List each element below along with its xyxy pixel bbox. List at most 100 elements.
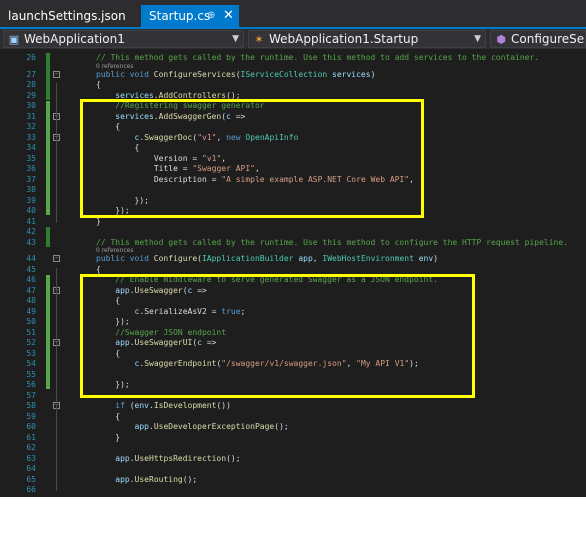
line-number: 53 xyxy=(26,348,36,358)
code-token: services xyxy=(327,69,371,79)
line-number: 41 xyxy=(26,216,36,226)
code-line[interactable]: // This method gets called by the runtim… xyxy=(96,53,539,62)
line-number: 61 xyxy=(26,432,36,442)
close-icon[interactable]: ✕ xyxy=(223,5,234,27)
code-token: public void xyxy=(96,254,154,263)
code-token: ()) xyxy=(216,401,231,410)
line-number: 33 xyxy=(26,132,36,142)
tab-startup[interactable]: Startup.cs ⊕ ✕ xyxy=(141,5,239,27)
line-number: 29 xyxy=(26,90,36,100)
line-number: 49 xyxy=(26,306,36,316)
line-number: 38 xyxy=(26,185,36,194)
class-icon: ✶ xyxy=(254,33,264,46)
code-token: // This method gets called by the runtim… xyxy=(96,53,540,62)
change-tracking-bar xyxy=(46,53,50,100)
code-token: { xyxy=(96,264,101,274)
code-line[interactable]: // This method gets called by the runtim… xyxy=(96,238,568,247)
line-number: 37 xyxy=(26,174,36,184)
code-token: } xyxy=(115,432,121,442)
method-icon: ⬢ xyxy=(496,33,506,46)
code-token: { xyxy=(115,411,121,421)
line-number: 47 xyxy=(26,285,36,295)
line-number: 57 xyxy=(26,390,36,400)
line-number: 65 xyxy=(26,474,36,484)
code-token: if xyxy=(115,401,130,410)
project-name: WebApplication1 xyxy=(24,32,125,46)
code-line[interactable]: public void ConfigureServices(IServiceCo… xyxy=(96,70,375,79)
line-number: 40 xyxy=(26,206,36,215)
chevron-down-icon: ▼ xyxy=(474,34,481,44)
code-token: (); xyxy=(274,422,289,431)
tab-label: launchSettings.json xyxy=(8,9,126,23)
code-token: ConfigureServices xyxy=(153,69,236,79)
chevron-down-icon: ▼ xyxy=(232,34,239,44)
outline-guide xyxy=(56,83,57,223)
code-token: { xyxy=(96,80,101,89)
line-number: 54 xyxy=(26,359,36,368)
code-token: (); xyxy=(182,474,198,484)
line-number: 34 xyxy=(26,143,36,152)
highlight-box-swagger-middleware xyxy=(80,274,475,398)
tab-label: Startup.cs xyxy=(149,9,211,23)
code-line[interactable]: app.UseRouting(); xyxy=(115,475,197,484)
code-token: app xyxy=(134,422,149,431)
code-token: app xyxy=(115,474,130,484)
code-token: ) xyxy=(370,69,376,79)
collapse-icon[interactable]: − xyxy=(53,70,60,78)
tab-launchsettings[interactable]: launchSettings.json xyxy=(0,5,136,27)
code-line[interactable]: { xyxy=(96,80,101,89)
line-number: 48 xyxy=(26,296,36,305)
outline-guide xyxy=(56,267,57,491)
code-token: UseHttpsRedirection xyxy=(134,453,227,463)
member-dropdown[interactable]: ⬢ ConfigureServic xyxy=(490,30,586,48)
line-number: 58 xyxy=(26,401,36,410)
class-name: WebApplication1.Startup xyxy=(269,32,419,46)
code-line[interactable]: } xyxy=(115,433,120,442)
line-number: 60 xyxy=(26,422,36,431)
line-number: 44 xyxy=(26,254,36,263)
line-number: 66 xyxy=(26,485,36,494)
line-number: 43 xyxy=(26,237,36,247)
code-token: IServiceCollection xyxy=(240,69,328,79)
code-token: IsDevelopment xyxy=(153,401,217,410)
code-line[interactable]: public void Configure(IApplicationBuilde… xyxy=(96,254,438,263)
code-line[interactable]: app.UseHttpsRedirection(); xyxy=(115,454,240,463)
line-number: 63 xyxy=(26,453,36,463)
code-token: UseRouting xyxy=(134,474,183,484)
code-token: env xyxy=(413,254,434,263)
project-dropdown[interactable]: ▣ WebApplication1 ▼ xyxy=(3,30,244,48)
class-dropdown[interactable]: ✶ WebApplication1.Startup ▼ xyxy=(248,30,486,48)
code-line[interactable]: { xyxy=(115,412,120,421)
line-number: 51 xyxy=(26,327,36,337)
line-number: 52 xyxy=(26,338,36,347)
line-number: 50 xyxy=(26,317,36,326)
code-token: app xyxy=(115,453,130,463)
code-token: env xyxy=(134,401,149,410)
code-line[interactable]: app.UseDeveloperExceptionPage(); xyxy=(135,422,289,431)
code-token: IWebHostEnvironment xyxy=(322,254,414,263)
line-number: 39 xyxy=(26,195,36,205)
code-token: Configure xyxy=(153,254,198,263)
line-number: 46 xyxy=(26,275,36,284)
highlight-box-swagger-generator xyxy=(80,99,424,218)
line-number: 64 xyxy=(26,464,36,473)
code-token: // This method gets called by the runtim… xyxy=(96,237,569,247)
line-number: 32 xyxy=(26,122,36,131)
line-number: 59 xyxy=(26,411,36,421)
code-line[interactable]: { xyxy=(96,265,101,274)
code-token: IApplicationBuilder xyxy=(201,254,294,263)
code-token: , xyxy=(312,254,323,263)
line-number: 31 xyxy=(26,111,36,121)
codelens-references[interactable]: 0 references xyxy=(96,63,134,70)
codelens-references[interactable]: 0 references xyxy=(96,247,134,254)
pin-icon[interactable]: ⊕ xyxy=(207,5,215,27)
change-tracking-bar xyxy=(46,227,50,247)
code-line[interactable]: if (env.IsDevelopment()) xyxy=(115,401,231,410)
code-token: app xyxy=(293,254,313,263)
line-number: 42 xyxy=(26,227,36,236)
line-number: 45 xyxy=(26,264,36,274)
code-token: UseDeveloperExceptionPage xyxy=(153,422,275,431)
line-number: 28 xyxy=(26,80,36,89)
code-token: ) xyxy=(433,254,439,263)
collapse-icon[interactable]: − xyxy=(53,255,60,262)
